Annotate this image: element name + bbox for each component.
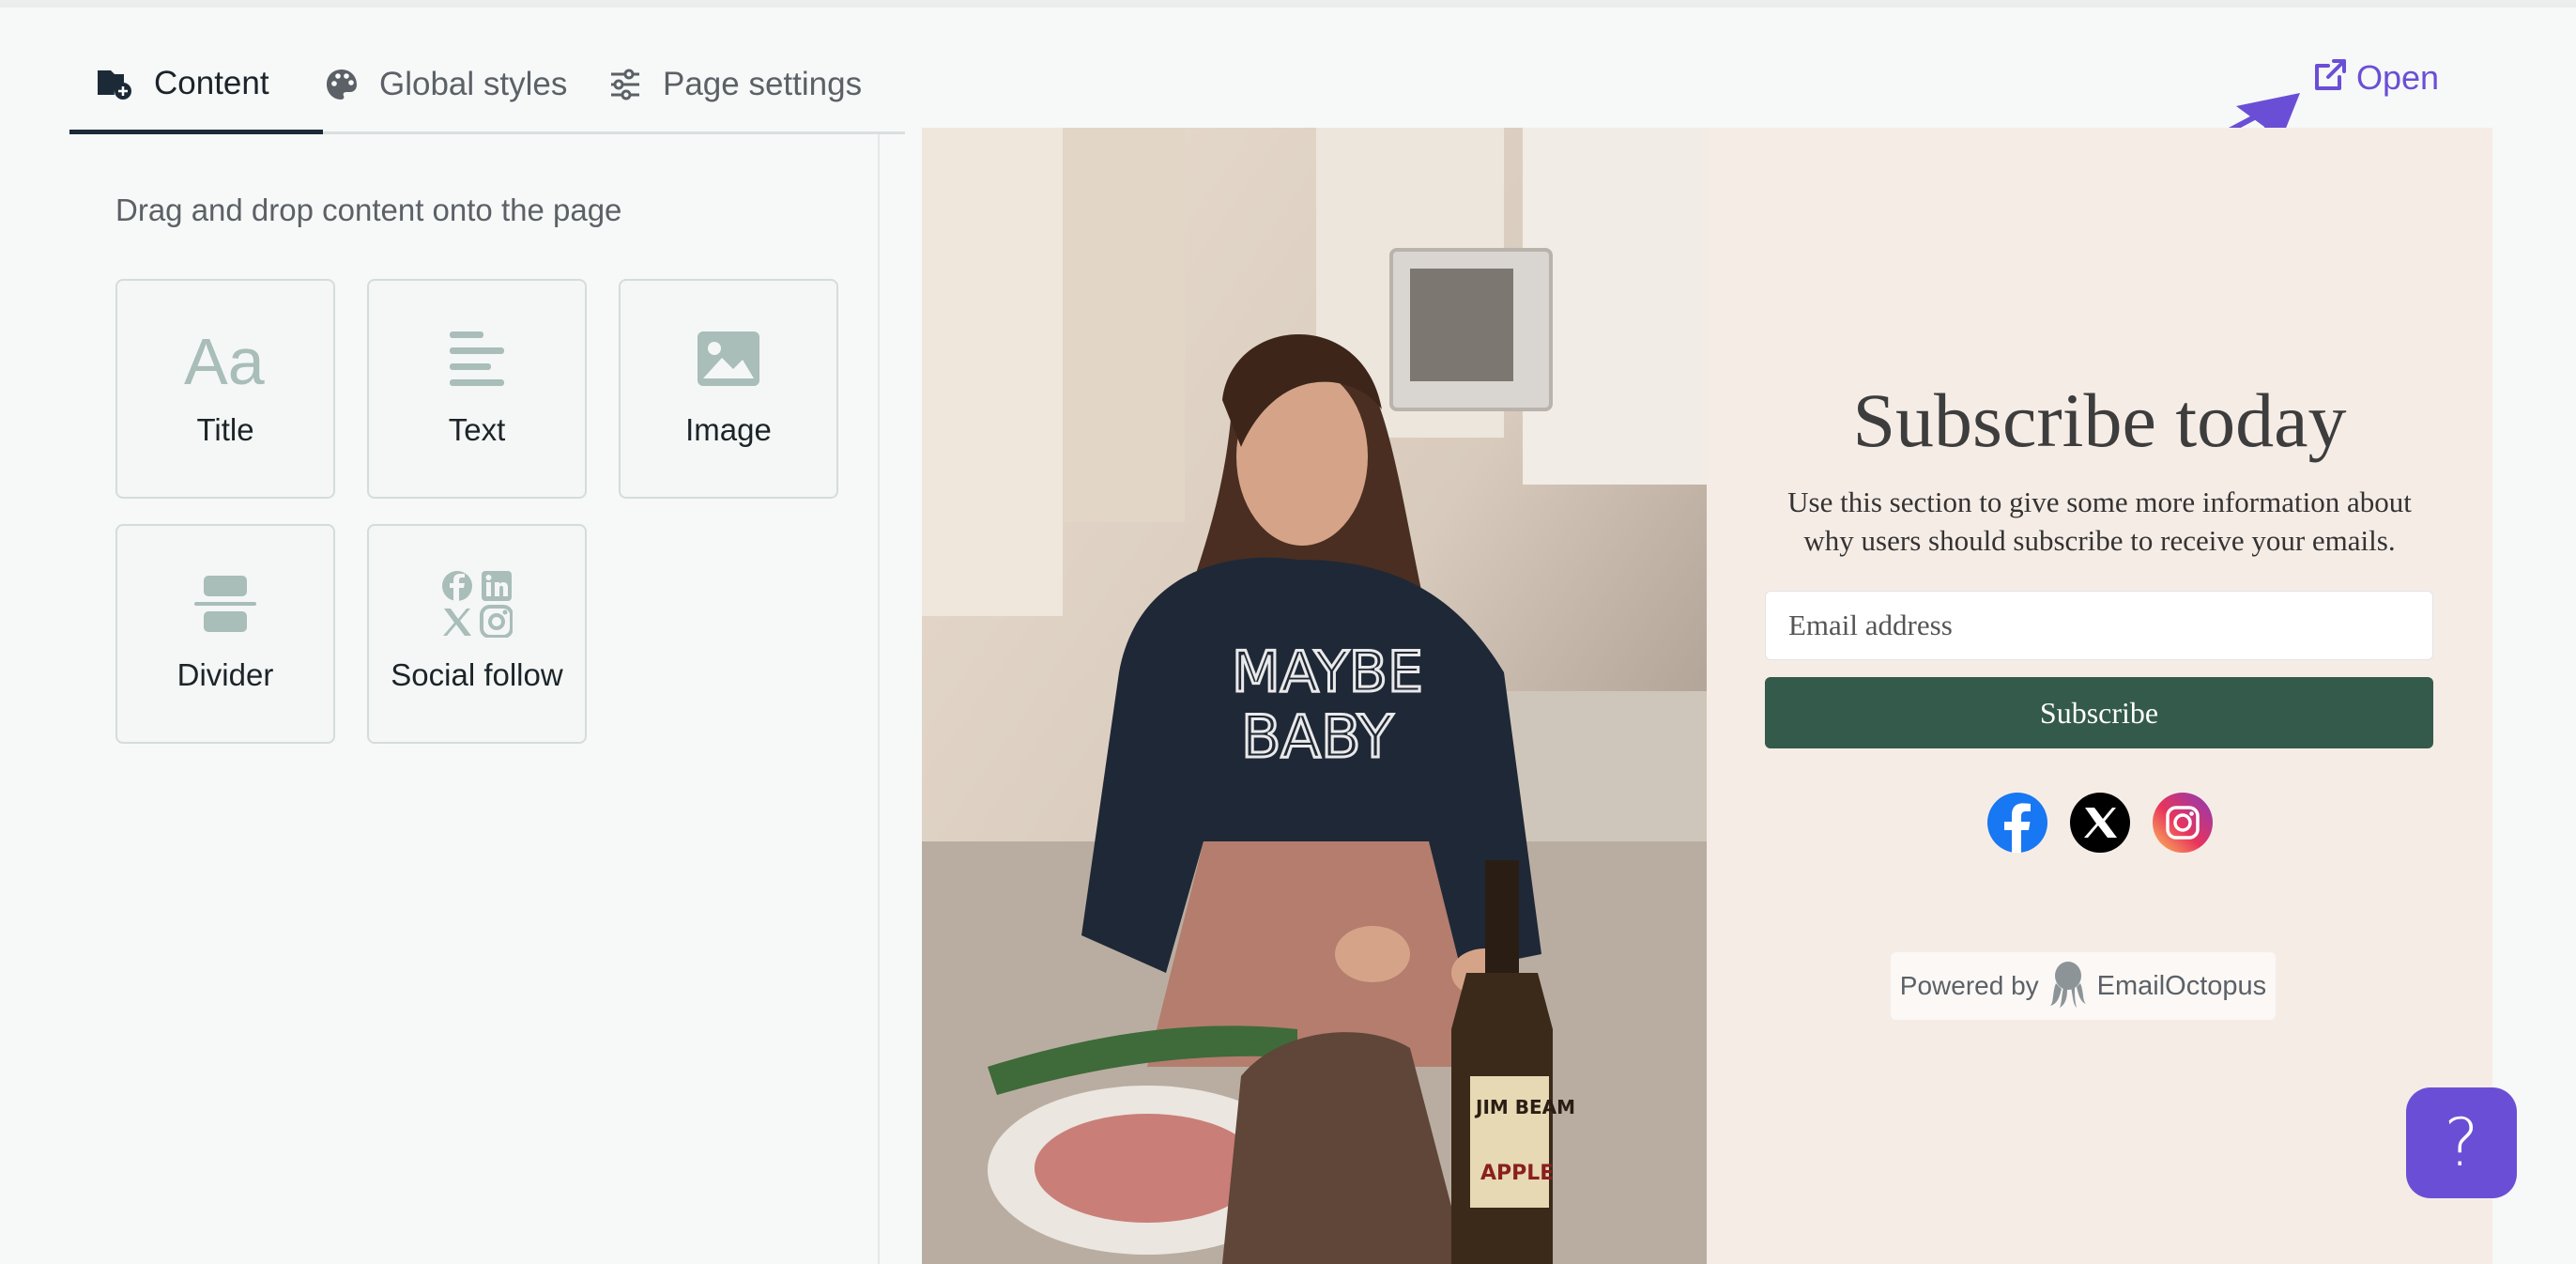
editor-tabs: Content Global styles Page settings (69, 38, 905, 134)
image-icon (696, 326, 761, 392)
open-link[interactable]: Open (2311, 56, 2439, 99)
facebook-icon[interactable] (1986, 793, 2047, 853)
block-text-label: Text (448, 412, 506, 447)
social-grid-icon (441, 571, 513, 638)
help-button[interactable]: ? (2406, 1087, 2517, 1198)
powered-by-brand: EmailOctopus (2096, 970, 2267, 1001)
shirt-text-line2: BABY (1241, 702, 1393, 771)
text-lines-icon (448, 326, 506, 392)
svg-text:Aa: Aa (184, 328, 265, 390)
block-title-label: Title (196, 412, 254, 447)
page-preview: MAYBE BABY JIM BEAM APPLE Subscribe toda… (922, 128, 2492, 1264)
subscribe-button[interactable]: Subscribe (1765, 677, 2433, 748)
x-icon[interactable] (2069, 793, 2130, 853)
block-divider[interactable]: Divider (115, 524, 335, 744)
sliders-icon (608, 68, 642, 101)
palette-icon (325, 68, 359, 101)
tab-page-settings[interactable]: Page settings (608, 38, 862, 131)
tab-content-label: Content (154, 65, 269, 101)
title-aa-icon: Aa (184, 326, 267, 392)
email-field[interactable] (1765, 591, 2433, 660)
panel-divider (878, 134, 880, 1264)
block-title[interactable]: Aa Title (115, 279, 335, 499)
hero-photo: MAYBE BABY JIM BEAM APPLE (922, 128, 1707, 1264)
block-social-follow-label: Social follow (391, 657, 563, 692)
external-link-icon (2311, 56, 2349, 99)
tab-page-settings-label: Page settings (663, 66, 863, 102)
bottle-label-line2: APPLE (1480, 1162, 1554, 1185)
block-image[interactable]: Image (619, 279, 838, 499)
tab-content[interactable]: Content (69, 38, 323, 134)
block-divider-label: Divider (176, 657, 274, 692)
instagram-icon[interactable] (2152, 793, 2213, 853)
drag-hint: Drag and drop content onto the page (115, 193, 622, 227)
powered-by-badge[interactable]: Powered by EmailOctopus (1891, 952, 2276, 1020)
powered-by-label: Powered by (1899, 971, 2039, 1000)
social-links (1707, 793, 2492, 853)
content-add-icon (96, 67, 133, 100)
bottle-label-line1: JIM BEAM (1474, 1096, 1575, 1118)
divider-icon (194, 571, 256, 637)
open-link-label: Open (2356, 57, 2440, 97)
tab-global-styles[interactable]: Global styles (325, 38, 567, 131)
signup-title: Subscribe today (1852, 378, 2347, 463)
block-text[interactable]: Text (367, 279, 587, 499)
block-image-label: Image (685, 412, 772, 447)
top-strip (0, 0, 2576, 8)
shirt-text-line1: MAYBE (1232, 640, 1423, 705)
help-icon: ? (2444, 1104, 2479, 1181)
signup-form-area: Subscribe today Use this section to give… (1707, 128, 2492, 1264)
tab-global-styles-label: Global styles (379, 66, 568, 102)
signup-description: Use this section to give some more infor… (1787, 486, 2412, 557)
block-social-follow[interactable]: Social follow (367, 524, 587, 744)
octopus-logo-icon (2049, 961, 2086, 1012)
